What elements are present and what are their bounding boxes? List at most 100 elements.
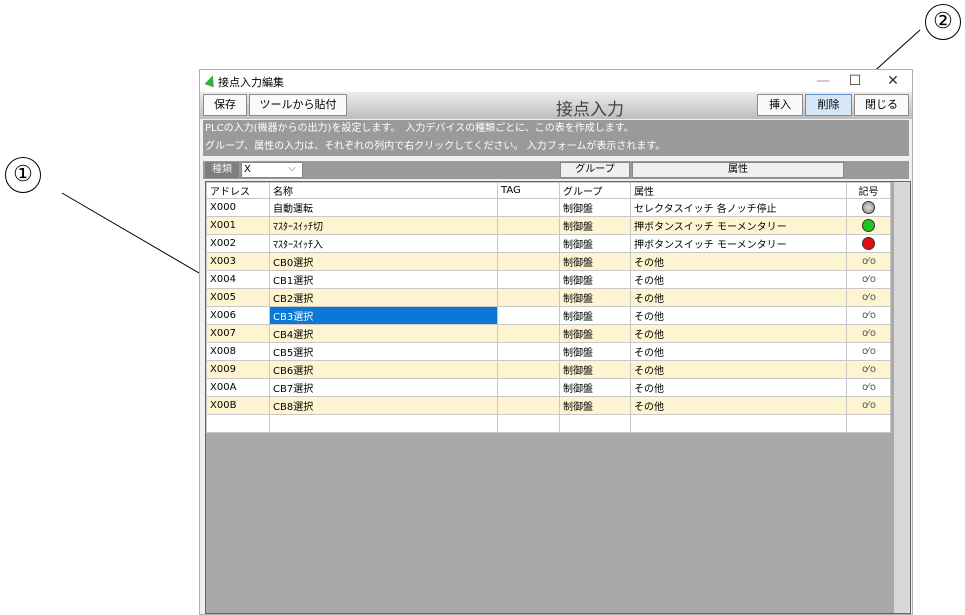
cell-symbol[interactable]: o⁄ o	[846, 270, 891, 289]
cell-attribute[interactable]: 押ボタンスイッチ モーメンタリー	[630, 234, 847, 253]
cell-tag[interactable]	[497, 360, 560, 379]
cell-symbol[interactable]: o⁄ o	[846, 342, 891, 361]
cell-name[interactable]: CB6選択	[269, 360, 498, 379]
table-row[interactable]: X003 CB0選択 制御盤 その他 o⁄ o	[206, 252, 891, 271]
cell-empty[interactable]	[846, 414, 891, 433]
cell-group[interactable]: 制御盤	[559, 198, 631, 217]
cell-attribute[interactable]: その他	[630, 378, 847, 397]
cell-symbol[interactable]: o⁄ o	[846, 396, 891, 415]
insert-button[interactable]: 挿入	[757, 94, 803, 116]
cell-address[interactable]: X003	[206, 252, 270, 271]
cell-name[interactable]: CB4選択	[269, 324, 498, 343]
cell-group[interactable]: 制御盤	[559, 396, 631, 415]
cell-name[interactable]: CB3選択	[269, 306, 498, 325]
cell-symbol[interactable]: o⁄ o	[846, 324, 891, 343]
cell-tag[interactable]	[497, 252, 560, 271]
cell-group[interactable]: 制御盤	[559, 360, 631, 379]
cell-tag[interactable]	[497, 324, 560, 343]
table-row[interactable]: X009 CB6選択 制御盤 その他 o⁄ o	[206, 360, 891, 379]
cell-address[interactable]: X009	[206, 360, 270, 379]
cell-address[interactable]: X007	[206, 324, 270, 343]
cell-empty[interactable]	[206, 414, 270, 433]
cell-symbol[interactable]: o⁄ o	[846, 306, 891, 325]
cell-address[interactable]: X00A	[206, 378, 270, 397]
cell-symbol[interactable]: o⁄ o	[846, 378, 891, 397]
cell-address[interactable]: X005	[206, 288, 270, 307]
cell-group[interactable]: 制御盤	[559, 342, 631, 361]
attribute-filter-header[interactable]: 属性	[632, 162, 844, 178]
cell-address[interactable]: X00B	[206, 396, 270, 415]
table-row[interactable]: X002 ﾏｽﾀｰｽｲｯﾁ入 制御盤 押ボタンスイッチ モーメンタリー	[206, 234, 891, 253]
cell-empty[interactable]	[269, 414, 498, 433]
cell-symbol[interactable]: o⁄ o	[846, 252, 891, 271]
table-row[interactable]: X008 CB5選択 制御盤 その他 o⁄ o	[206, 342, 891, 361]
cell-symbol[interactable]: o⁄ o	[846, 288, 891, 307]
table-row-new[interactable]	[206, 414, 891, 433]
cell-tag[interactable]	[497, 270, 560, 289]
cell-name[interactable]: CB1選択	[269, 270, 498, 289]
cell-tag[interactable]	[497, 342, 560, 361]
cell-group[interactable]: 制御盤	[559, 216, 631, 235]
cell-symbol[interactable]	[846, 198, 891, 217]
cell-attribute[interactable]: セレクタスイッチ 各ノッチ停止	[630, 198, 847, 217]
table-row[interactable]: X00B CB8選択 制御盤 その他 o⁄ o	[206, 396, 891, 415]
cell-address[interactable]: X006	[206, 306, 270, 325]
cell-attribute[interactable]: その他	[630, 396, 847, 415]
cell-attribute[interactable]: その他	[630, 324, 847, 343]
cell-tag[interactable]	[497, 378, 560, 397]
cell-name[interactable]: 自動運転	[269, 198, 498, 217]
table-row[interactable]: X001 ﾏｽﾀｰｽｲｯﾁ切 制御盤 押ボタンスイッチ モーメンタリー	[206, 216, 891, 235]
cell-attribute[interactable]: その他	[630, 252, 847, 271]
close-window-button[interactable]: ✕	[878, 70, 908, 92]
cell-name[interactable]: ﾏｽﾀｰｽｲｯﾁ入	[269, 234, 498, 253]
cell-tag[interactable]	[497, 216, 560, 235]
cell-tag[interactable]	[497, 288, 560, 307]
cell-symbol[interactable]	[846, 234, 891, 253]
cell-empty[interactable]	[497, 414, 560, 433]
cell-name[interactable]: CB0選択	[269, 252, 498, 271]
table-row[interactable]: X005 CB2選択 制御盤 その他 o⁄ o	[206, 288, 891, 307]
cell-group[interactable]: 制御盤	[559, 306, 631, 325]
cell-symbol[interactable]: o⁄ o	[846, 360, 891, 379]
cell-attribute[interactable]: その他	[630, 270, 847, 289]
table-row[interactable]: X004 CB1選択 制御盤 その他 o⁄ o	[206, 270, 891, 289]
minimize-button[interactable]: —	[808, 70, 838, 92]
cell-group[interactable]: 制御盤	[559, 234, 631, 253]
cell-group[interactable]: 制御盤	[559, 252, 631, 271]
cell-symbol[interactable]	[846, 216, 891, 235]
cell-group[interactable]: 制御盤	[559, 270, 631, 289]
contact-table-grid[interactable]: アドレス 名称 TAG グループ 属性 記号 X000 自動運転 制御盤 セレクタスイ…	[205, 181, 911, 614]
group-filter-header[interactable]: グループ	[560, 162, 630, 178]
table-row[interactable]: X000 自動運転 制御盤 セレクタスイッチ 各ノッチ停止	[206, 198, 891, 217]
close-button[interactable]: 閉じる	[854, 94, 909, 116]
cell-attribute[interactable]: その他	[630, 342, 847, 361]
cell-name[interactable]: CB7選択	[269, 378, 498, 397]
type-select[interactable]: X ⌵	[241, 162, 303, 178]
cell-attribute[interactable]: その他	[630, 288, 847, 307]
cell-empty[interactable]	[630, 414, 847, 433]
cell-address[interactable]: X001	[206, 216, 270, 235]
cell-address[interactable]: X008	[206, 342, 270, 361]
delete-button[interactable]: 削除	[805, 94, 852, 116]
cell-tag[interactable]	[497, 306, 560, 325]
vertical-scrollbar[interactable]	[894, 182, 910, 613]
cell-name[interactable]: CB2選択	[269, 288, 498, 307]
paste-from-tool-button[interactable]: ツールから貼付	[249, 94, 347, 116]
table-row[interactable]: X006 CB3選択 制御盤 その他 o⁄ o	[206, 306, 891, 325]
cell-empty[interactable]	[559, 414, 631, 433]
cell-name[interactable]: CB8選択	[269, 396, 498, 415]
cell-group[interactable]: 制御盤	[559, 378, 631, 397]
table-row[interactable]: X00A CB7選択 制御盤 その他 o⁄ o	[206, 378, 891, 397]
save-button[interactable]: 保存	[203, 94, 247, 116]
cell-tag[interactable]	[497, 396, 560, 415]
cell-attribute[interactable]: その他	[630, 306, 847, 325]
cell-address[interactable]: X004	[206, 270, 270, 289]
cell-tag[interactable]	[497, 234, 560, 253]
cell-group[interactable]: 制御盤	[559, 288, 631, 307]
cell-tag[interactable]	[497, 198, 560, 217]
table-row[interactable]: X007 CB4選択 制御盤 その他 o⁄ o	[206, 324, 891, 343]
cell-name[interactable]: CB5選択	[269, 342, 498, 361]
cell-address[interactable]: X002	[206, 234, 270, 253]
cell-name[interactable]: ﾏｽﾀｰｽｲｯﾁ切	[269, 216, 498, 235]
cell-attribute[interactable]: その他	[630, 360, 847, 379]
